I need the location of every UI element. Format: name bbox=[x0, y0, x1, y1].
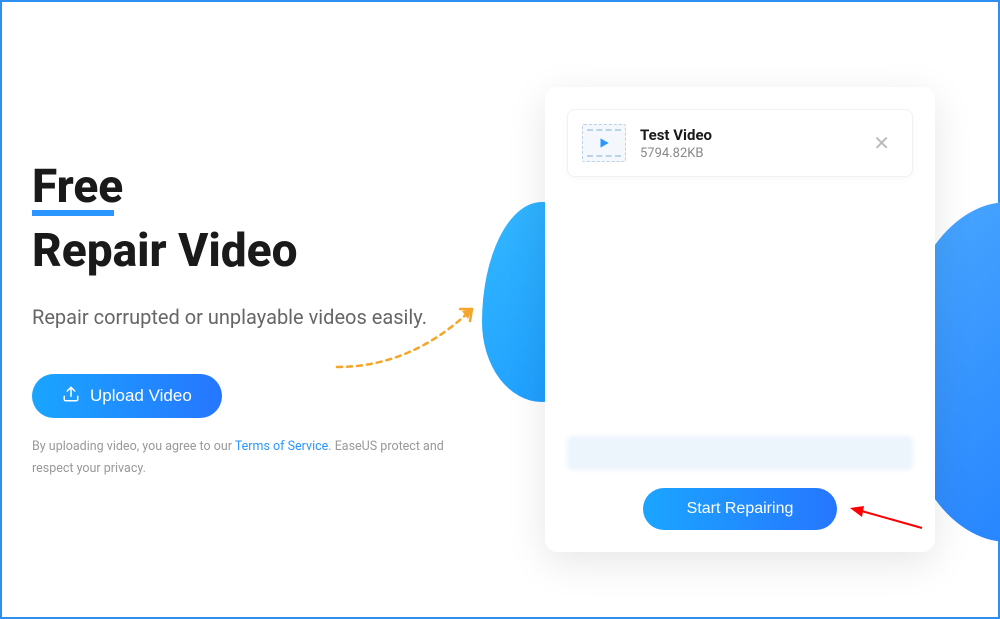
file-size: 5794.82KB bbox=[640, 146, 851, 161]
remove-file-button[interactable]: ✕ bbox=[865, 127, 898, 160]
start-repairing-button[interactable]: Start Repairing bbox=[643, 488, 838, 530]
file-info: Test Video 5794.82KB bbox=[640, 126, 851, 161]
input-placeholder-bar[interactable] bbox=[567, 436, 913, 470]
title-repair: Repair Video bbox=[32, 224, 472, 278]
upload-icon bbox=[62, 385, 80, 408]
upload-panel: Test Video 5794.82KB ✕ Start Repairing bbox=[545, 87, 935, 552]
curved-arrow-icon bbox=[332, 297, 502, 377]
close-icon: ✕ bbox=[873, 133, 890, 155]
upload-button-label: Upload Video bbox=[90, 386, 192, 406]
video-file-icon bbox=[582, 124, 626, 162]
terms-prefix: By uploading video, you agree to our bbox=[32, 439, 235, 454]
terms-of-service-link[interactable]: Terms of Service bbox=[235, 439, 328, 454]
terms-text: By uploading video, you agree to our Ter… bbox=[32, 436, 472, 479]
title-free: Free bbox=[32, 160, 123, 214]
file-name: Test Video bbox=[640, 126, 851, 144]
file-item: Test Video 5794.82KB ✕ bbox=[567, 109, 913, 177]
upload-video-button[interactable]: Upload Video bbox=[32, 374, 222, 418]
